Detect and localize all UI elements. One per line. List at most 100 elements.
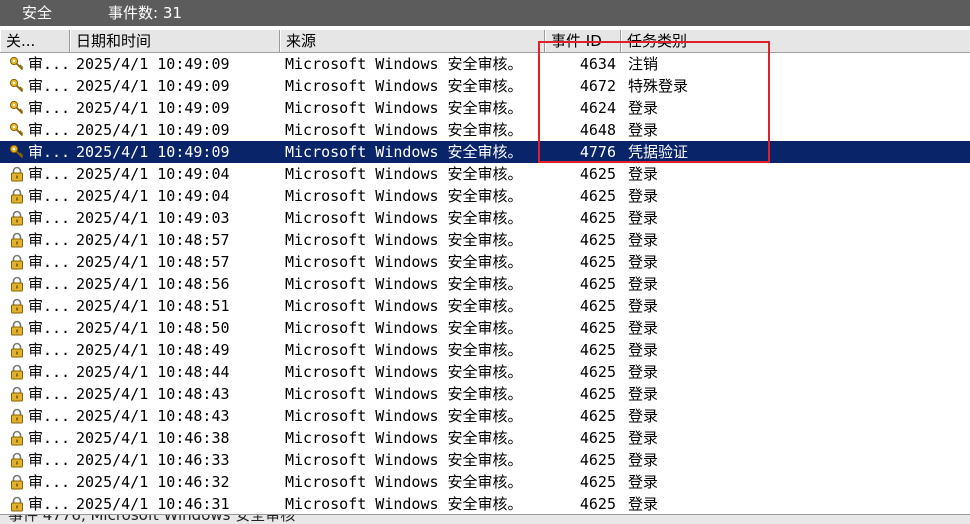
lock-icon	[9, 295, 25, 317]
event-row[interactable]: 审... 2025/4/1 10:46:31 Microsoft Windows 安…	[0, 493, 970, 513]
event-id-cell: 4625	[579, 495, 616, 513]
keyword-cell: 审...	[28, 209, 71, 227]
event-id-cell: 4625	[579, 385, 616, 403]
event-row[interactable]: 审... 2025/4/1 10:48:56 Microsoft Windows 安…	[0, 273, 970, 295]
event-row[interactable]: 审... 2025/4/1 10:46:32 Microsoft Windows 安…	[0, 471, 970, 493]
date-time-cell: 2025/4/1 10:49:03	[76, 209, 230, 227]
lock-icon	[9, 207, 25, 229]
event-row[interactable]: 审... 2025/4/1 10:46:38 Microsoft Windows 安…	[0, 427, 970, 449]
task-category-cell: 登录	[628, 319, 659, 337]
log-title-bar: 安全 事件数: 31	[0, 0, 970, 26]
date-time-cell: 2025/4/1 10:49:09	[76, 77, 230, 95]
lock-icon	[9, 405, 25, 427]
event-id-cell: 4625	[579, 473, 616, 491]
lock-icon	[9, 361, 25, 383]
event-id-cell: 4625	[579, 297, 616, 315]
task-category-cell: 登录	[628, 209, 659, 227]
event-row[interactable]: 审... 2025/4/1 10:49:09 Microsoft Windows 安…	[0, 141, 970, 163]
source-cell: Microsoft Windows 安全审核。	[285, 363, 523, 381]
keyword-cell: 审...	[28, 407, 71, 425]
event-count: 事件数: 31	[108, 4, 182, 22]
event-row[interactable]: 审... 2025/4/1 10:49:09 Microsoft Windows 安…	[0, 53, 970, 75]
lock-icon	[9, 185, 25, 207]
task-category-cell: 登录	[628, 429, 659, 447]
task-category-cell: 登录	[628, 253, 659, 271]
event-id-cell: 4625	[579, 451, 616, 469]
task-category-cell: 登录	[628, 385, 659, 403]
keyword-cell: 审...	[28, 165, 71, 183]
event-row[interactable]: 审... 2025/4/1 10:49:09 Microsoft Windows 安…	[0, 75, 970, 97]
lock-icon	[9, 317, 25, 339]
keyword-cell: 审...	[28, 77, 71, 95]
task-category-cell: 登录	[628, 231, 659, 249]
source-cell: Microsoft Windows 安全审核。	[285, 231, 523, 249]
event-row[interactable]: 审... 2025/4/1 10:49:04 Microsoft Windows 安…	[0, 163, 970, 185]
event-row[interactable]: 审... 2025/4/1 10:49:04 Microsoft Windows 安…	[0, 185, 970, 207]
event-row[interactable]: 审... 2025/4/1 10:48:51 Microsoft Windows 安…	[0, 295, 970, 317]
key-icon	[9, 53, 25, 75]
date-time-cell: 2025/4/1 10:48:50	[76, 319, 230, 337]
task-category-cell: 特殊登录	[628, 77, 689, 95]
date-time-cell: 2025/4/1 10:49:09	[76, 99, 230, 117]
event-id-cell: 4648	[579, 121, 616, 139]
date-time-cell: 2025/4/1 10:48:44	[76, 363, 230, 381]
key-icon	[9, 119, 25, 141]
event-row[interactable]: 审... 2025/4/1 10:46:33 Microsoft Windows 安…	[0, 449, 970, 471]
keyword-cell: 审...	[28, 297, 71, 315]
event-list: 审... 2025/4/1 10:49:09 Microsoft Windows 安…	[0, 53, 970, 513]
event-row[interactable]: 审... 2025/4/1 10:48:49 Microsoft Windows 安…	[0, 339, 970, 361]
date-time-cell: 2025/4/1 10:48:43	[76, 407, 230, 425]
date-time-cell: 2025/4/1 10:49:09	[76, 121, 230, 139]
source-cell: Microsoft Windows 安全审核。	[285, 495, 523, 513]
source-cell: Microsoft Windows 安全审核。	[285, 275, 523, 293]
column-source[interactable]: 来源	[280, 30, 545, 52]
keyword-cell: 审...	[28, 429, 71, 447]
event-row[interactable]: 审... 2025/4/1 10:48:50 Microsoft Windows 安…	[0, 317, 970, 339]
keyword-cell: 审...	[28, 363, 71, 381]
source-cell: Microsoft Windows 安全审核。	[285, 473, 523, 491]
event-row[interactable]: 审... 2025/4/1 10:48:44 Microsoft Windows 安…	[0, 361, 970, 383]
event-list-header: 关... 日期和时间 来源 事件 ID 任务类别	[0, 30, 970, 53]
lock-icon	[9, 471, 25, 493]
column-event-id[interactable]: 事件 ID	[545, 30, 621, 52]
date-time-cell: 2025/4/1 10:46:32	[76, 473, 230, 491]
source-cell: Microsoft Windows 安全审核。	[285, 385, 523, 403]
task-category-cell: 凭据验证	[628, 143, 689, 161]
task-category-cell: 登录	[628, 495, 659, 513]
task-category-cell: 登录	[628, 275, 659, 293]
event-id-cell: 4625	[579, 209, 616, 227]
key-icon	[9, 97, 25, 119]
keyword-cell: 审...	[28, 473, 71, 491]
task-category-cell: 登录	[628, 297, 659, 315]
event-id-cell: 4625	[579, 319, 616, 337]
date-time-cell: 2025/4/1 10:48:57	[76, 231, 230, 249]
keyword-cell: 审...	[28, 99, 71, 117]
keyword-cell: 审...	[28, 451, 71, 469]
task-category-cell: 登录	[628, 363, 659, 381]
event-row[interactable]: 审... 2025/4/1 10:49:03 Microsoft Windows 安…	[0, 207, 970, 229]
event-row[interactable]: 审... 2025/4/1 10:48:43 Microsoft Windows 安…	[0, 383, 970, 405]
event-id-cell: 4625	[579, 187, 616, 205]
source-cell: Microsoft Windows 安全审核。	[285, 143, 523, 161]
keyword-cell: 审...	[28, 495, 71, 513]
source-cell: Microsoft Windows 安全审核。	[285, 121, 523, 139]
date-time-cell: 2025/4/1 10:49:09	[76, 55, 230, 73]
event-row[interactable]: 审... 2025/4/1 10:48:57 Microsoft Windows 安…	[0, 251, 970, 273]
event-id-cell: 4624	[579, 99, 616, 117]
event-row[interactable]: 审... 2025/4/1 10:48:57 Microsoft Windows 安…	[0, 229, 970, 251]
source-cell: Microsoft Windows 安全审核。	[285, 253, 523, 271]
column-date-time[interactable]: 日期和时间	[70, 30, 280, 52]
lock-icon	[9, 493, 25, 513]
lock-icon	[9, 273, 25, 295]
event-row[interactable]: 审... 2025/4/1 10:48:43 Microsoft Windows 安…	[0, 405, 970, 427]
date-time-cell: 2025/4/1 10:49:04	[76, 165, 230, 183]
column-keywords[interactable]: 关...	[0, 30, 70, 52]
event-row[interactable]: 审... 2025/4/1 10:49:09 Microsoft Windows 安…	[0, 119, 970, 141]
keyword-cell: 审...	[28, 231, 71, 249]
source-cell: Microsoft Windows 安全审核。	[285, 341, 523, 359]
event-row[interactable]: 审... 2025/4/1 10:49:09 Microsoft Windows 安…	[0, 97, 970, 119]
lock-icon	[9, 339, 25, 361]
event-id-cell: 4634	[579, 55, 616, 73]
event-id-cell: 4776	[579, 143, 616, 161]
column-task-category[interactable]: 任务类别	[621, 30, 970, 52]
